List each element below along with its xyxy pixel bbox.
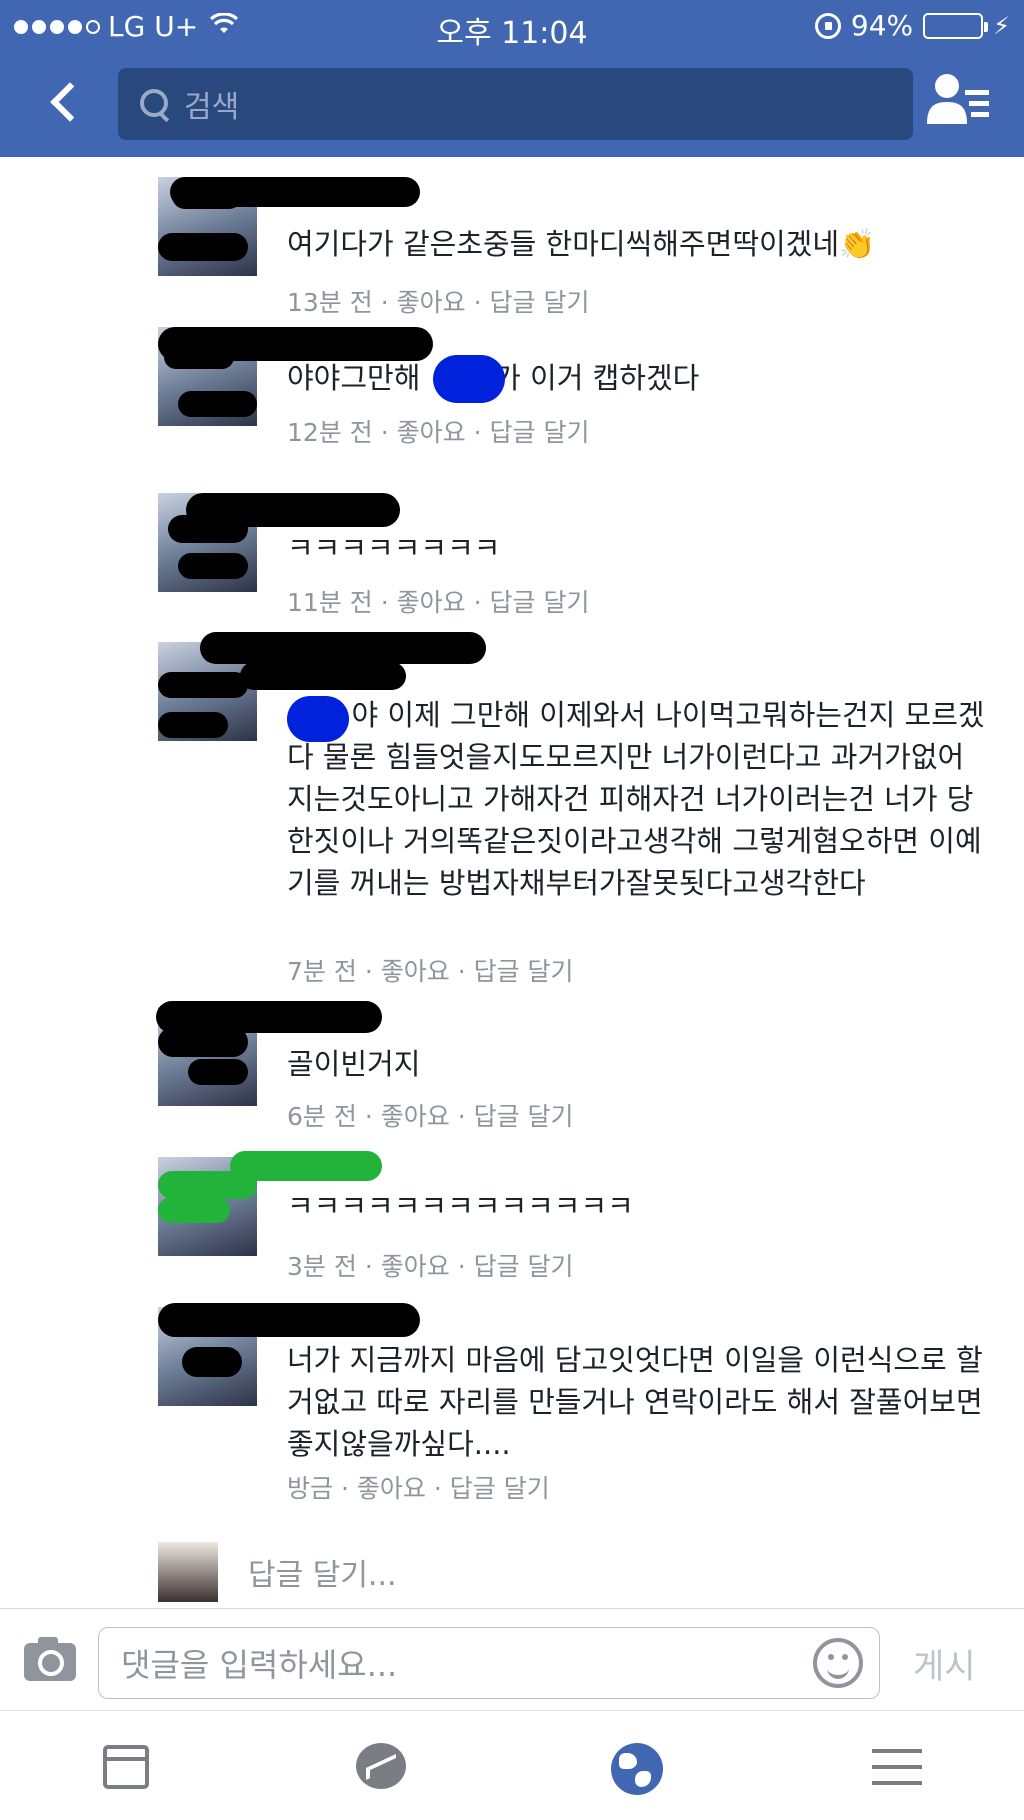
meta-separator: · [473,418,490,447]
meta-separator: · [380,288,397,317]
smiley-icon[interactable] [813,1638,863,1688]
reply-prompt-row: 답글 달기... [158,1542,397,1602]
meta-separator: · [340,1474,357,1503]
friend-list-icon [927,74,989,124]
like-link[interactable]: 좋아요 [397,588,466,617]
comment-time: 11분 전 [287,588,373,617]
name-redaction-mark [170,177,420,207]
comment-time: 13분 전 [287,288,373,317]
meta-separator: · [457,1102,474,1131]
name-redaction-mark [158,327,433,361]
meta-separator: · [364,957,381,986]
name-redaction-mark [156,1001,382,1033]
redaction-mark [178,391,257,417]
write-reply-link[interactable]: 답글 달기... [248,1550,397,1594]
comment-meta: 3분 전 · 좋아요 · 답글 달기 [287,1247,574,1283]
meta-separator: · [380,588,397,617]
menu-icon [872,1749,922,1753]
comment-meta: 12분 전 · 좋아요 · 답글 달기 [287,413,589,449]
search-icon [140,89,170,119]
reply-link[interactable]: 답글 달기 [490,588,590,617]
redaction-mark [158,712,228,738]
like-link[interactable]: 좋아요 [397,418,466,447]
reply-link[interactable]: 답글 달기 [450,1474,550,1503]
redaction-mark-blue [287,696,349,742]
meta-separator: · [364,1252,381,1281]
comment-text: 너가 지금까지 마음에 담고잇엇다면 이일을 이런식으로 할거없고 따로 자리를… [287,1343,992,1461]
comment-time: 방금 [287,1474,334,1503]
tab-menu[interactable] [866,1739,926,1799]
my-avatar [158,1542,218,1602]
rotation-lock-icon [814,12,841,39]
like-link[interactable]: 좋아요 [357,1474,426,1503]
status-bar: LG U+ 오후 11:04 94% ⚡︎ [0,0,1024,52]
comment-time: 12분 전 [287,418,373,447]
comment-time: 7분 전 [287,957,357,986]
redaction-mark [158,672,248,698]
reply-link[interactable]: 답글 달기 [490,418,590,447]
comment-text: ㅋㅋㅋㅋㅋㅋㅋㅋ [287,531,501,565]
comment-input[interactable]: 댓글을 입력하세요... [98,1627,880,1699]
like-link[interactable]: 좋아요 [381,1102,450,1131]
meta-separator: · [473,288,490,317]
meta-separator: · [457,1252,474,1281]
name-redaction-mark [186,493,400,527]
globe-notifications-icon [611,1743,663,1795]
back-button[interactable] [40,72,90,132]
meta-separator: · [473,588,490,617]
name-redaction-mark-green [230,1151,382,1181]
friend-list-button[interactable] [925,72,995,136]
comment-text: 여기다가 같은초중들 한마디씩해주면딱이겠네👏 [287,227,876,261]
messenger-icon [356,1743,406,1789]
top-bar: LG U+ 오후 11:04 94% ⚡︎ 검색 [0,0,1024,157]
redaction-mark [158,233,248,261]
name-redaction-mark [200,632,486,664]
comment-time: 3분 전 [287,1252,357,1281]
chevron-left-icon [50,82,90,122]
name-redaction-mark [240,662,406,690]
meta-separator: · [457,957,474,986]
name-redaction-mark [158,1303,420,1337]
comment-composer: 댓글을 입력하세요... 게시 [0,1608,1024,1710]
redaction-mark [188,1059,248,1085]
tab-messenger[interactable] [352,1739,412,1799]
comment-time: 6분 전 [287,1102,357,1131]
post-button[interactable]: 게시 [913,1639,976,1688]
comment-text: 골이빈거지 [287,1047,421,1081]
status-right: 94% ⚡︎ [814,9,1010,42]
battery-percent: 94% [850,9,914,42]
like-link[interactable]: 좋아요 [381,1252,450,1281]
comment-input-placeholder: 댓글을 입력하세요... [121,1646,398,1684]
comment-text: ㅋㅋㅋㅋㅋㅋㅋㅋㅋㅋㅋㅋㅋ [287,1189,634,1223]
comment-meta: 7분 전 · 좋아요 · 답글 달기 [287,952,574,988]
tab-notifications[interactable] [607,1739,667,1799]
tab-news-feed[interactable] [97,1739,157,1799]
comment-meta: 방금 · 좋아요 · 답글 달기 [287,1469,550,1505]
reply-link[interactable]: 답글 달기 [490,288,590,317]
meta-separator: · [380,418,397,447]
redaction-mark [178,553,248,579]
charging-icon: ⚡︎ [993,11,1010,40]
battery-icon [923,12,989,39]
comment-meta: 11분 전 · 좋아요 · 답글 달기 [287,583,589,619]
like-link[interactable]: 좋아요 [397,288,466,317]
comment-text: 야 이제 그만해 이제와서 나이먹고뭐하는건지 모르겠다 물론 힘들엇을지도모르… [287,698,985,900]
redaction-mark-green [158,1197,230,1223]
comment-text: 야야그만해 가 이거 캡하겠다 [287,361,700,395]
bottom-tab-bar [0,1710,1024,1820]
reply-link[interactable]: 답글 달기 [474,957,574,986]
redaction-mark-blue [433,355,505,403]
comment-meta: 13분 전 · 좋아요 · 답글 달기 [287,283,589,319]
news-feed-icon [103,1745,149,1789]
comment-meta: 6분 전 · 좋아요 · 답글 달기 [287,1097,574,1133]
search-placeholder: 검색 [184,90,240,125]
redaction-mark [182,1347,242,1377]
reply-link[interactable]: 답글 달기 [474,1102,574,1131]
reply-link[interactable]: 답글 달기 [474,1252,574,1281]
meta-separator: · [364,1102,381,1131]
meta-separator: · [433,1474,450,1503]
search-input[interactable]: 검색 [118,68,913,140]
camera-icon[interactable] [24,1637,76,1681]
like-link[interactable]: 좋아요 [381,957,450,986]
